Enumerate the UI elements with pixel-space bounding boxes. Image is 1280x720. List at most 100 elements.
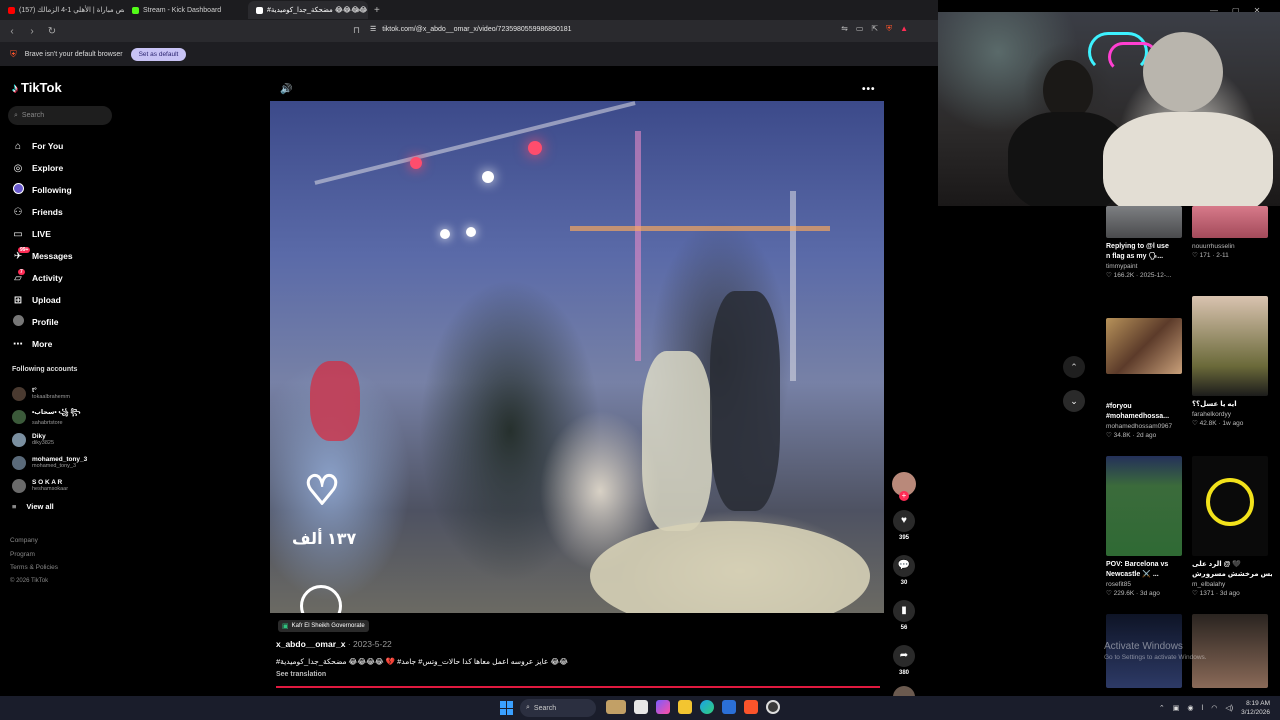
- video-author[interactable]: x_abdo__omar_x · 2023-5-22: [276, 639, 392, 649]
- save-button[interactable]: ▮: [893, 600, 915, 622]
- mic-icon[interactable]: ǀ: [1201, 705, 1203, 712]
- edge-icon[interactable]: [700, 700, 714, 714]
- heart-icon: ♥: [901, 515, 907, 526]
- set-default-button[interactable]: Set as default: [130, 47, 187, 61]
- widgets-icon[interactable]: [606, 700, 626, 714]
- nav-explore[interactable]: ◎ Explore: [12, 157, 73, 179]
- clock[interactable]: 8:19 AM 3/12/2026: [1241, 699, 1270, 717]
- card-stats: ♡ 171 · 2-11: [1192, 252, 1229, 259]
- nav-more[interactable]: ⋯ More: [12, 333, 73, 355]
- stage-light: [466, 227, 476, 237]
- tiktok-icon: [256, 6, 263, 14]
- volume-icon[interactable]: ◁): [1225, 704, 1233, 712]
- search-icon: ⌕: [526, 704, 530, 711]
- nav-live[interactable]: ▭ LIVE: [12, 223, 73, 245]
- share-icon[interactable]: ⇱: [871, 24, 878, 34]
- screen: (157) ملخص مباراة | الأهلي 1-4 الزمالك S…: [0, 0, 1280, 720]
- cast-icon[interactable]: ▭: [856, 24, 864, 34]
- video-card[interactable]: Replying to @l use n flag as my 🗣... tim…: [1106, 206, 1186, 279]
- app-tray-icon[interactable]: ▣: [1173, 704, 1180, 712]
- copilot-icon[interactable]: [656, 700, 670, 714]
- site-settings-icon[interactable]: ☰: [370, 25, 376, 33]
- reload-button[interactable]: ↻: [46, 26, 58, 37]
- friends-icon: ⚇: [13, 206, 23, 218]
- location-pin-icon: ▣: [282, 623, 289, 630]
- wifi-icon[interactable]: ◠: [1211, 704, 1217, 712]
- woman-white-dress: [642, 351, 712, 531]
- nav-friends[interactable]: ⚇ Friends: [12, 201, 73, 223]
- taskbar-search-label: Search: [533, 704, 557, 712]
- follow-plus-icon[interactable]: +: [899, 491, 909, 501]
- share-button[interactable]: ➦: [893, 645, 915, 667]
- windows-start-button[interactable]: [500, 701, 514, 715]
- comment-button[interactable]: 💬: [893, 555, 915, 577]
- video-card[interactable]: [1192, 614, 1272, 688]
- author-avatar[interactable]: +: [892, 472, 916, 501]
- tiktok-logo[interactable]: ♪ TikTok: [12, 80, 62, 95]
- nav-following[interactable]: Following: [12, 179, 73, 201]
- video-card[interactable]: nouurrhusselin ♡ 171 · 2-11: [1192, 206, 1272, 259]
- nav-messages[interactable]: ✈ 99+ Messages: [12, 245, 73, 267]
- network-icon[interactable]: ◉: [1187, 704, 1193, 712]
- account-item[interactable]: Diky diky3825: [12, 428, 87, 451]
- location-tag[interactable]: ▣ Kafr El Sheikh Governorate: [278, 620, 369, 632]
- new-tab-button[interactable]: +: [368, 5, 386, 16]
- sound-icon[interactable]: 🔊: [280, 84, 292, 95]
- url-text: tiktok.com/@x_abdo__omar_x/video/7235980…: [382, 25, 572, 33]
- nav-for-you[interactable]: ⌂ For You: [12, 135, 73, 157]
- stage-light: [528, 141, 542, 155]
- obs-icon[interactable]: [766, 700, 780, 714]
- task-view-icon[interactable]: [634, 700, 648, 714]
- nav-activity[interactable]: ▱ 7 Activity: [12, 267, 73, 289]
- video-card[interactable]: POV: Barcelona vs Newcastle ⚔️ ... rosef…: [1106, 456, 1186, 597]
- back-button[interactable]: ‹: [6, 26, 18, 37]
- tab-kick[interactable]: Stream - Kick Dashboard: [124, 1, 248, 19]
- account-item[interactable]: S O K A Rheshamsokaar: [12, 474, 87, 497]
- tab-tiktok[interactable]: #مضحكة_جدا_كوميدية 😂😂😂😂 ✕: [248, 1, 368, 19]
- close-icon[interactable]: ✕: [356, 6, 363, 15]
- nav-label: Upload: [32, 295, 61, 305]
- video-card[interactable]: ايه يا عسل؟؟ farahelkordyy ♡ 42.8K · 1w …: [1192, 296, 1272, 427]
- brave-shields-icon[interactable]: ⛨: [886, 24, 892, 34]
- taskbar-search[interactable]: ⌕ Search: [520, 699, 596, 717]
- more-options-button[interactable]: •••: [862, 84, 876, 95]
- account-handle: heshamsokaar: [32, 486, 69, 492]
- view-all-button[interactable]: ≡ View all: [12, 502, 54, 511]
- brave-icon[interactable]: [744, 700, 758, 714]
- video-card[interactable]: الرد على @ 🖤 يس مرخشش مسرورش m_elbalahy …: [1192, 456, 1272, 597]
- previous-video-button[interactable]: ⌃: [1063, 356, 1085, 378]
- brave-rewards-icon[interactable]: ▲: [900, 24, 908, 34]
- tab-youtube[interactable]: (157) ملخص مباراة | الأهلي 1-4 الزمالك: [0, 1, 124, 19]
- footer-program-link[interactable]: Program: [10, 548, 58, 562]
- nav-profile[interactable]: Profile: [12, 311, 73, 333]
- footer-company-link[interactable]: Company: [10, 534, 58, 548]
- search-input[interactable]: ⌕ Search: [8, 106, 112, 125]
- see-translation-link[interactable]: See translation: [276, 671, 326, 678]
- bookmark-icon[interactable]: ⊓: [353, 25, 360, 36]
- taskbar-apps: [606, 700, 780, 714]
- video-progress-bar[interactable]: [276, 686, 880, 688]
- video-player[interactable]: ♡ ١٣٧ ألف: [270, 101, 884, 613]
- stage-light: [482, 171, 494, 183]
- nav-upload[interactable]: ⊞ Upload: [12, 289, 73, 311]
- nav-label: Activity: [32, 273, 63, 283]
- video-card[interactable]: #foryou #mohamedhossa... mohamedhossam09…: [1106, 318, 1186, 439]
- forward-button[interactable]: ›: [26, 26, 38, 37]
- translate-icon[interactable]: ⇋: [841, 24, 848, 34]
- account-name: mohamed_tony_3: [32, 456, 88, 463]
- url-field[interactable]: ☰ tiktok.com/@x_abdo__omar_x/video/72359…: [370, 25, 572, 34]
- account-item[interactable]: •سحاب• ꧁ ꧂ sahabrtstore: [12, 405, 87, 428]
- account-item[interactable]: t° tokaalbrahemm: [12, 382, 87, 405]
- account-item[interactable]: mohamed_tony_3 mohamed_tony_3: [12, 451, 87, 474]
- like-button[interactable]: ♥: [893, 510, 915, 532]
- card-user: farahelkordyy: [1192, 411, 1232, 418]
- file-explorer-icon[interactable]: [678, 700, 692, 714]
- chevron-up-icon[interactable]: ⌃: [1159, 704, 1165, 712]
- next-video-button[interactable]: ⌄: [1063, 390, 1085, 412]
- store-icon[interactable]: [722, 700, 736, 714]
- avatar: [12, 386, 26, 401]
- person-beanie: [1143, 32, 1223, 112]
- stage-truss: [790, 191, 796, 381]
- account-name: Diky: [32, 433, 46, 440]
- footer-terms-link[interactable]: Terms & Policies: [10, 561, 58, 575]
